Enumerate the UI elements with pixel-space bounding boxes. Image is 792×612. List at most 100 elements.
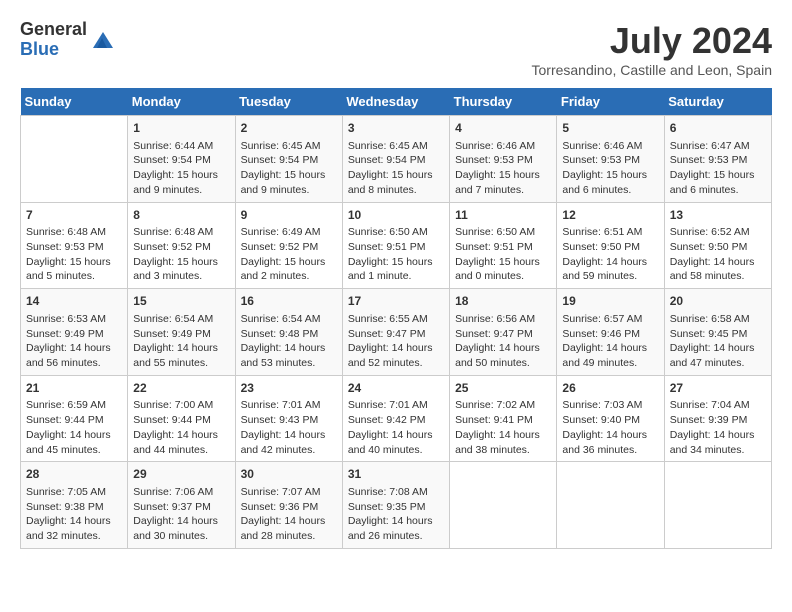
logo: General Blue xyxy=(20,20,115,60)
day-number: 2 xyxy=(241,120,337,137)
logo-general: General xyxy=(20,20,87,40)
day-number: 15 xyxy=(133,293,229,310)
calendar-table: SundayMondayTuesdayWednesdayThursdayFrid… xyxy=(20,88,772,549)
calendar-cell: 16 Sunrise: 6:54 AM Sunset: 9:48 PM Dayli… xyxy=(235,289,342,376)
day-info: Sunrise: 6:44 AM Sunset: 9:54 PM Dayligh… xyxy=(133,139,229,198)
calendar-cell: 8Sunrise: 6:48 AM Sunset: 9:52 PM Daylig… xyxy=(128,202,235,289)
day-info: Sunrise: 6:49 AM Sunset: 9:52 PM Dayligh… xyxy=(241,225,337,284)
calendar-cell: 25Sunrise: 7:02 AM Sunset: 9:41 PM Dayli… xyxy=(450,375,557,462)
day-info: Sunrise: 7:05 AM Sunset: 9:38 PM Dayligh… xyxy=(26,485,122,544)
day-number: 29 xyxy=(133,466,229,483)
calendar-cell: 22Sunrise: 7:00 AM Sunset: 9:44 PM Dayli… xyxy=(128,375,235,462)
day-info: Sunrise: 6:46 AM Sunset: 9:53 PM Dayligh… xyxy=(562,139,658,198)
logo-blue: Blue xyxy=(20,40,87,60)
day-info: Sunrise: 7:01 AM Sunset: 9:43 PM Dayligh… xyxy=(241,398,337,457)
page-header: General Blue July 2024 Torresandino, Cas… xyxy=(20,20,772,78)
day-number: 23 xyxy=(241,380,337,397)
day-number: 17 xyxy=(348,293,444,310)
week-row-2: 7Sunrise: 6:48 AM Sunset: 9:53 PM Daylig… xyxy=(21,202,772,289)
day-number: 26 xyxy=(562,380,658,397)
day-info: Sunrise: 7:08 AM Sunset: 9:35 PM Dayligh… xyxy=(348,485,444,544)
day-info: Sunrise: 6:50 AM Sunset: 9:51 PM Dayligh… xyxy=(348,225,444,284)
calendar-cell: 9Sunrise: 6:49 AM Sunset: 9:52 PM Daylig… xyxy=(235,202,342,289)
calendar-cell xyxy=(557,462,664,549)
day-info: Sunrise: 7:01 AM Sunset: 9:42 PM Dayligh… xyxy=(348,398,444,457)
day-number: 27 xyxy=(670,380,766,397)
day-number: 12 xyxy=(562,207,658,224)
day-info: Sunrise: 6:48 AM Sunset: 9:53 PM Dayligh… xyxy=(26,225,122,284)
title-block: July 2024 Torresandino, Castille and Leo… xyxy=(532,20,773,78)
calendar-cell: 6 Sunrise: 6:47 AM Sunset: 9:53 PM Daylig… xyxy=(664,116,771,203)
calendar-cell: 20 Sunrise: 6:58 AM Sunset: 9:45 PM Dayli… xyxy=(664,289,771,376)
day-info: Sunrise: 7:02 AM Sunset: 9:41 PM Dayligh… xyxy=(455,398,551,457)
day-number: 24 xyxy=(348,380,444,397)
col-header-wednesday: Wednesday xyxy=(342,88,449,116)
day-info: Sunrise: 6:46 AM Sunset: 9:53 PM Dayligh… xyxy=(455,139,551,198)
day-number: 14 xyxy=(26,293,122,310)
day-number: 18 xyxy=(455,293,551,310)
day-number: 28 xyxy=(26,466,122,483)
calendar-cell: 23Sunrise: 7:01 AM Sunset: 9:43 PM Dayli… xyxy=(235,375,342,462)
calendar-cell: 2 Sunrise: 6:45 AM Sunset: 9:54 PM Daylig… xyxy=(235,116,342,203)
calendar-cell: 15Sunrise: 6:54 AM Sunset: 9:49 PM Dayli… xyxy=(128,289,235,376)
day-info: Sunrise: 6:52 AM Sunset: 9:50 PM Dayligh… xyxy=(670,225,766,284)
location-subtitle: Torresandino, Castille and Leon, Spain xyxy=(532,62,773,78)
day-info: Sunrise: 6:50 AM Sunset: 9:51 PM Dayligh… xyxy=(455,225,551,284)
calendar-cell: 3 Sunrise: 6:45 AM Sunset: 9:54 PM Daylig… xyxy=(342,116,449,203)
day-info: Sunrise: 7:03 AM Sunset: 9:40 PM Dayligh… xyxy=(562,398,658,457)
day-number: 20 xyxy=(670,293,766,310)
col-header-friday: Friday xyxy=(557,88,664,116)
week-row-1: 1Sunrise: 6:44 AM Sunset: 9:54 PM Daylig… xyxy=(21,116,772,203)
day-info: Sunrise: 7:04 AM Sunset: 9:39 PM Dayligh… xyxy=(670,398,766,457)
day-info: Sunrise: 7:07 AM Sunset: 9:36 PM Dayligh… xyxy=(241,485,337,544)
calendar-cell: 24Sunrise: 7:01 AM Sunset: 9:42 PM Dayli… xyxy=(342,375,449,462)
col-header-saturday: Saturday xyxy=(664,88,771,116)
calendar-cell: 1Sunrise: 6:44 AM Sunset: 9:54 PM Daylig… xyxy=(128,116,235,203)
day-number: 6 xyxy=(670,120,766,137)
col-header-thursday: Thursday xyxy=(450,88,557,116)
day-info: Sunrise: 6:59 AM Sunset: 9:44 PM Dayligh… xyxy=(26,398,122,457)
day-number: 9 xyxy=(241,207,337,224)
calendar-cell: 5 Sunrise: 6:46 AM Sunset: 9:53 PM Daylig… xyxy=(557,116,664,203)
day-info: Sunrise: 7:00 AM Sunset: 9:44 PM Dayligh… xyxy=(133,398,229,457)
day-info: Sunrise: 6:57 AM Sunset: 9:46 PM Dayligh… xyxy=(562,312,658,371)
calendar-cell: 19 Sunrise: 6:57 AM Sunset: 9:46 PM Dayli… xyxy=(557,289,664,376)
day-info: Sunrise: 6:47 AM Sunset: 9:53 PM Dayligh… xyxy=(670,139,766,198)
day-info: Sunrise: 6:45 AM Sunset: 9:54 PM Dayligh… xyxy=(348,139,444,198)
day-info: Sunrise: 6:56 AM Sunset: 9:47 PM Dayligh… xyxy=(455,312,551,371)
day-info: Sunrise: 7:06 AM Sunset: 9:37 PM Dayligh… xyxy=(133,485,229,544)
col-header-sunday: Sunday xyxy=(21,88,128,116)
day-info: Sunrise: 6:54 AM Sunset: 9:48 PM Dayligh… xyxy=(241,312,337,371)
day-number: 5 xyxy=(562,120,658,137)
day-number: 31 xyxy=(348,466,444,483)
calendar-cell: 7Sunrise: 6:48 AM Sunset: 9:53 PM Daylig… xyxy=(21,202,128,289)
day-number: 22 xyxy=(133,380,229,397)
calendar-cell: 27Sunrise: 7:04 AM Sunset: 9:39 PM Dayli… xyxy=(664,375,771,462)
logo-icon xyxy=(91,28,115,52)
day-number: 8 xyxy=(133,207,229,224)
calendar-cell: 31 Sunrise: 7:08 AM Sunset: 9:35 PM Dayli… xyxy=(342,462,449,549)
calendar-cell xyxy=(21,116,128,203)
day-info: Sunrise: 6:53 AM Sunset: 9:49 PM Dayligh… xyxy=(26,312,122,371)
day-number: 11 xyxy=(455,207,551,224)
calendar-cell: 18 Sunrise: 6:56 AM Sunset: 9:47 PM Dayli… xyxy=(450,289,557,376)
calendar-cell: 29 Sunrise: 7:06 AM Sunset: 9:37 PM Dayli… xyxy=(128,462,235,549)
day-info: Sunrise: 6:58 AM Sunset: 9:45 PM Dayligh… xyxy=(670,312,766,371)
calendar-cell: 17Sunrise: 6:55 AM Sunset: 9:47 PM Dayli… xyxy=(342,289,449,376)
week-row-5: 28 Sunrise: 7:05 AM Sunset: 9:38 PM Dayli… xyxy=(21,462,772,549)
calendar-cell: 13Sunrise: 6:52 AM Sunset: 9:50 PM Dayli… xyxy=(664,202,771,289)
col-header-tuesday: Tuesday xyxy=(235,88,342,116)
day-number: 4 xyxy=(455,120,551,137)
day-number: 13 xyxy=(670,207,766,224)
day-number: 16 xyxy=(241,293,337,310)
calendar-cell: 4 Sunrise: 6:46 AM Sunset: 9:53 PM Daylig… xyxy=(450,116,557,203)
day-info: Sunrise: 6:51 AM Sunset: 9:50 PM Dayligh… xyxy=(562,225,658,284)
day-number: 3 xyxy=(348,120,444,137)
day-number: 30 xyxy=(241,466,337,483)
day-info: Sunrise: 6:45 AM Sunset: 9:54 PM Dayligh… xyxy=(241,139,337,198)
calendar-cell: 12Sunrise: 6:51 AM Sunset: 9:50 PM Dayli… xyxy=(557,202,664,289)
calendar-cell: 21Sunrise: 6:59 AM Sunset: 9:44 PM Dayli… xyxy=(21,375,128,462)
calendar-cell: 30 Sunrise: 7:07 AM Sunset: 9:36 PM Dayli… xyxy=(235,462,342,549)
day-number: 19 xyxy=(562,293,658,310)
col-header-monday: Monday xyxy=(128,88,235,116)
